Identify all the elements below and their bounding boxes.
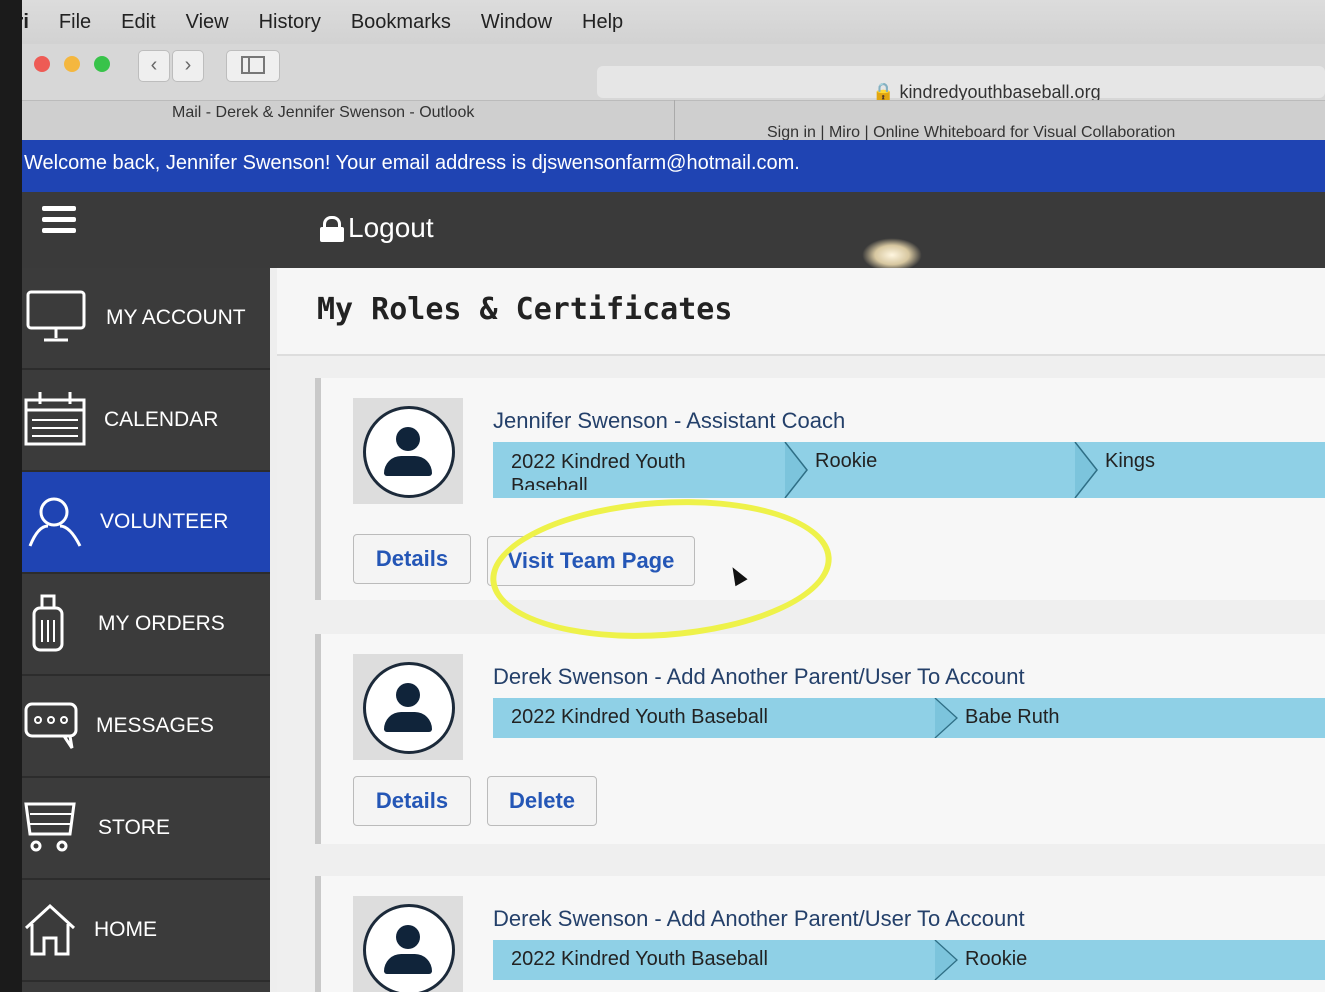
screen-glare (862, 238, 922, 272)
main-content: My Roles & Certificates Jennifer Swenson… (277, 268, 1325, 992)
bottle-icon (32, 594, 64, 652)
sidebar: MY ACCOUNT CALENDAR VOLUNTEER MY ORDERS … (22, 268, 270, 992)
monitor-icon (26, 290, 86, 342)
url-text: kindredyouthbaseball.org (899, 82, 1101, 102)
browser-window: iri File Edit View History Bookmarks Win… (22, 0, 1325, 992)
breadcrumb: 2022 Kindred Youth Baseball Rookie Kings (493, 442, 1325, 498)
hamburger-menu-icon[interactable] (42, 206, 76, 239)
chevron-right-icon (934, 940, 958, 980)
role-title: Jennifer Swenson - Assistant Coach (493, 408, 846, 433)
logout-button[interactable]: Logout (320, 212, 434, 244)
calendar-icon (24, 392, 86, 446)
sidebar-item-label: VOLUNTEER (100, 510, 229, 533)
delete-button[interactable]: Delete (487, 776, 597, 826)
breadcrumb: 2022 Kindred Youth Baseball Rookie (493, 940, 1325, 980)
avatar (353, 896, 463, 992)
volunteer-icon (28, 497, 82, 547)
sidebar-item-label: STORE (98, 816, 170, 839)
chevron-right-icon (1074, 442, 1098, 498)
welcome-banner: Welcome back, Jennifer Swenson! Your ema… (22, 140, 1325, 192)
chevron-right-icon (934, 698, 958, 738)
logout-label: Logout (348, 212, 434, 243)
back-button[interactable]: ‹ (138, 50, 170, 82)
sidebar-item-home[interactable]: HOME (22, 880, 270, 982)
menu-window[interactable]: Window (481, 11, 552, 34)
menu-file[interactable]: File (59, 11, 91, 34)
avatar (353, 398, 463, 504)
avatar (353, 654, 463, 760)
lock-icon (320, 216, 344, 242)
app-menu[interactable]: iri (22, 11, 29, 34)
sidebar-item-label: HOME (94, 918, 157, 941)
sidebar-item-my-orders[interactable]: MY ORDERS (22, 574, 270, 676)
user-avatar-icon (363, 662, 455, 754)
minimize-window-button[interactable] (64, 56, 80, 72)
sidebar-item-store[interactable]: STORE (22, 778, 270, 880)
forward-button[interactable]: › (172, 50, 204, 82)
sidebar-item-calendar[interactable]: CALENDAR (22, 370, 270, 472)
breadcrumb-season: 2022 Kindred Youth Baseball (511, 451, 686, 490)
menu-edit[interactable]: Edit (121, 11, 155, 34)
welcome-text: Welcome back, Jennifer Swenson! Your ema… (24, 152, 800, 174)
user-avatar-icon (363, 904, 455, 992)
chat-icon (24, 702, 78, 749)
menu-view[interactable]: View (186, 11, 229, 34)
sidebar-toggle-button[interactable] (226, 50, 280, 82)
breadcrumb-division: Rookie (965, 948, 1028, 970)
role-card-add-parent-2: Derek Swenson - Add Another Parent/User … (315, 876, 1325, 992)
details-button[interactable]: Details (353, 534, 471, 584)
mac-menu-bar: iri File Edit View History Bookmarks Win… (22, 0, 1325, 44)
page-title-bar: My Roles & Certificates (277, 268, 1325, 356)
breadcrumb-team: Kings (1105, 450, 1156, 472)
tab-outlook[interactable]: Mail - Derek & Jennifer Swenson - Outloo… (172, 104, 474, 122)
menu-help[interactable]: Help (582, 11, 623, 34)
chevron-right-icon (784, 442, 808, 498)
breadcrumb-division: Rookie (815, 450, 878, 472)
role-title: Derek Swenson - Add Another Parent/User … (493, 664, 1025, 689)
sidebar-item-label: MY ORDERS (98, 612, 225, 635)
lock-icon: 🔒 (872, 82, 895, 102)
page-title: My Roles & Certificates (317, 292, 733, 327)
menu-bookmarks[interactable]: Bookmarks (351, 11, 451, 34)
sidebar-item-label: CALENDAR (104, 408, 219, 431)
sidebar-icon (241, 56, 265, 74)
tab-divider (674, 100, 675, 140)
close-window-button[interactable] (34, 56, 50, 72)
breadcrumb-season: 2022 Kindred Youth Baseball (511, 706, 768, 728)
menu-history[interactable]: History (259, 11, 321, 34)
sidebar-item-label: MY ACCOUNT (106, 306, 246, 329)
sidebar-item-messages[interactable]: MESSAGES (22, 676, 270, 778)
home-icon (24, 903, 76, 956)
sidebar-item-my-account[interactable]: MY ACCOUNT (22, 268, 270, 370)
cart-icon (24, 802, 76, 852)
breadcrumb-season: 2022 Kindred Youth Baseball (511, 948, 768, 970)
user-avatar-icon (363, 406, 455, 498)
details-button[interactable]: Details (353, 776, 471, 826)
role-card-add-parent: Derek Swenson - Add Another Parent/User … (315, 634, 1325, 844)
sidebar-item-label: MESSAGES (96, 714, 214, 737)
sidebar-item-volunteer[interactable]: VOLUNTEER (22, 472, 270, 574)
breadcrumb-division: Babe Ruth (965, 706, 1060, 728)
site-header: Logout (22, 192, 1325, 268)
role-title: Derek Swenson - Add Another Parent/User … (493, 906, 1025, 931)
zoom-window-button[interactable] (94, 56, 110, 72)
breadcrumb: 2022 Kindred Youth Baseball Babe Ruth (493, 698, 1325, 738)
